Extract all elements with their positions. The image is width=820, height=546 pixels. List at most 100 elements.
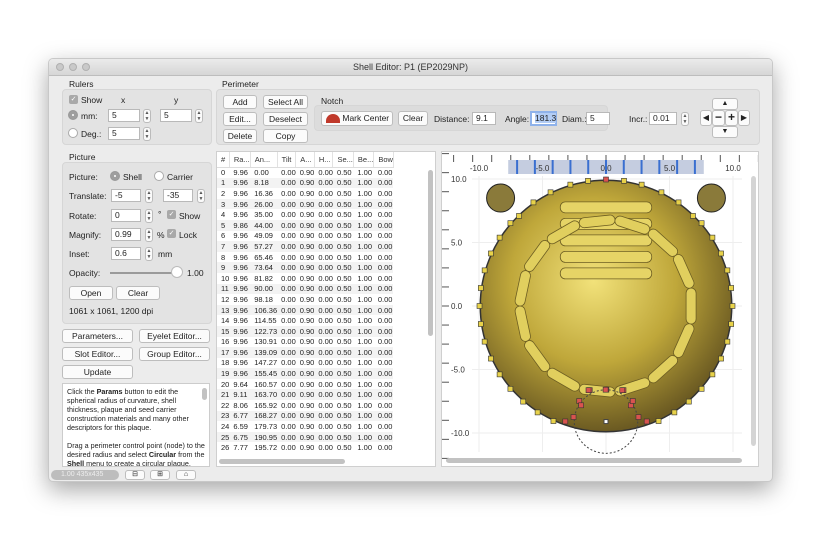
perimeter-node[interactable] — [709, 234, 716, 241]
perimeter-node[interactable] — [567, 181, 574, 188]
incr-stepper[interactable]: ▲ ▼ — [681, 112, 689, 126]
rotate-stepper[interactable]: ▲ ▼ — [145, 209, 153, 223]
table-row[interactable]: 19 9.96 155.45 0.00 0.90 0.00 0.50 1.00 0.00 — [217, 368, 394, 379]
move-up-button[interactable]: ▲ — [712, 98, 738, 110]
column-header[interactable]: # — [217, 152, 230, 168]
opacity-slider-knob[interactable] — [171, 266, 183, 278]
translate-x-stepper[interactable]: ▲ ▼ — [145, 189, 153, 203]
table-row[interactable]: 8 9.96 65.46 0.00 0.90 0.00 0.50 1.00 0.00 — [217, 252, 393, 263]
show-picture-checkbox[interactable]: ✓ — [167, 210, 176, 219]
move-down-button[interactable]: ▼ — [712, 126, 738, 138]
add-node-button[interactable]: Add — [223, 95, 257, 109]
shell-canvas[interactable]: -10.0 -5.0 0.0 5.0 10.0 10.0 5.0 0.0 -5.0 -10.0 — [441, 151, 759, 467]
table-row[interactable]: 23 6.77 168.27 0.00 0.90 0.00 0.50 1.00 0.00 — [217, 410, 394, 422]
move-right-button[interactable]: ▶ — [738, 110, 750, 126]
perimeter-node[interactable] — [635, 414, 642, 420]
column-header[interactable]: A... — [295, 152, 315, 168]
deg-stepper[interactable]: ▲ ▼ — [143, 127, 151, 141]
perimeter-node[interactable] — [675, 199, 682, 206]
node-table[interactable]: # Ra... An... Tilt A... H... Se... Be... Bow 0 9.9… — [216, 151, 436, 467]
perimeter-node[interactable] — [570, 414, 577, 420]
column-header[interactable]: Se... — [332, 152, 354, 168]
table-vertical-scrollbar[interactable] — [428, 170, 433, 336]
perimeter-node[interactable] — [709, 371, 716, 378]
table-row[interactable]: 11 9.96 90.00 0.00 0.90 0.00 0.50 1.00 0.00 — [217, 283, 394, 295]
table-row[interactable]: 13 9.96 106.36 0.00 0.90 0.00 0.50 1.00 0.00 — [217, 304, 394, 316]
perimeter-node[interactable] — [562, 418, 569, 425]
table-row[interactable]: 1 9.96 8.18 0.00 0.90 0.00 0.50 1.00 0.00 — [217, 177, 394, 189]
angle-field[interactable]: 181.3 — [535, 113, 557, 123]
table-horizontal-scrollbar[interactable] — [219, 459, 345, 464]
column-header[interactable]: Be... — [353, 152, 375, 168]
perimeter-node[interactable] — [585, 177, 591, 184]
magnify-field[interactable]: 0.99 — [111, 228, 141, 241]
copy-button[interactable]: Copy — [263, 129, 308, 143]
table-row[interactable]: 17 9.96 139.09 0.00 0.90 0.00 0.50 1.00 0.00 — [217, 347, 394, 358]
table-row[interactable]: 9 9.96 73.64 0.00 0.90 0.00 0.50 1.00 0.00 — [217, 262, 394, 273]
mm-y-stepper[interactable]: ▲ ▼ — [195, 109, 203, 123]
table-row[interactable]: 22 8.06 165.92 0.00 0.90 0.00 0.50 1.00 0.00 — [217, 400, 393, 411]
perimeter-node[interactable] — [638, 181, 645, 188]
perimeter-node[interactable] — [728, 285, 735, 291]
column-header[interactable]: Bow — [373, 152, 394, 168]
mm-x-stepper[interactable]: ▲ ▼ — [143, 109, 151, 123]
perimeter-node[interactable] — [481, 338, 488, 345]
perimeter-node[interactable] — [698, 220, 705, 226]
translate-y-stepper[interactable]: ▲ ▼ — [197, 189, 205, 203]
lock-checkbox[interactable]: ✓ — [167, 229, 176, 238]
perimeter-node[interactable] — [477, 321, 484, 327]
perimeter-node[interactable] — [690, 213, 696, 219]
table-row[interactable]: 10 9.96 81.82 0.00 0.90 0.00 0.50 1.00 0.00 — [217, 273, 393, 284]
column-header[interactable]: An... — [250, 152, 278, 168]
perimeter-node[interactable] — [718, 355, 724, 362]
zoom-button[interactable] — [82, 63, 90, 71]
table-row[interactable]: 16 9.96 130.91 0.00 0.90 0.00 0.50 1.00 0.00 — [217, 337, 393, 348]
perimeter-node[interactable] — [496, 371, 503, 378]
parameters-button[interactable]: Parameters... — [62, 329, 133, 343]
move-left-button[interactable]: ◀ — [700, 110, 712, 126]
shell-plot[interactable]: -10.0 -5.0 0.0 5.0 10.0 10.0 5.0 0.0 -5.0 -10.0 — [442, 152, 759, 467]
perimeter-node[interactable] — [658, 189, 665, 196]
incr-field[interactable]: 0.01 — [649, 112, 677, 125]
mm-x-field[interactable]: 5 — [108, 109, 140, 122]
table-row[interactable]: 15 9.96 122.73 0.00 0.90 0.00 0.50 1.00 0.00 — [217, 325, 394, 337]
table-row[interactable]: 26 7.77 195.72 0.00 0.90 0.00 0.50 1.00 0.00 — [217, 442, 393, 453]
perimeter-node[interactable] — [602, 386, 609, 393]
perimeter-node[interactable] — [534, 409, 541, 416]
table-row[interactable]: 24 6.59 179.73 0.00 0.90 0.00 0.50 1.00 0.00 — [217, 421, 393, 432]
table-row[interactable]: 12 9.96 98.18 0.00 0.90 0.00 0.50 1.00 0.00 — [217, 294, 393, 305]
perimeter-node[interactable] — [671, 409, 678, 416]
table-row[interactable]: 2 9.96 16.36 0.00 0.90 0.00 0.50 1.00 0.00 — [217, 188, 393, 199]
perimeter-node[interactable] — [728, 321, 735, 327]
deg-radio[interactable] — [68, 128, 78, 138]
perimeter-node[interactable] — [520, 398, 526, 405]
column-header[interactable]: H... — [314, 152, 334, 168]
deselect-button[interactable]: Deselect — [263, 112, 308, 126]
perimeter-node[interactable] — [629, 398, 636, 404]
table-row[interactable]: 4 9.96 35.00 0.00 0.90 0.00 0.50 1.00 0.00 — [217, 209, 393, 220]
table-row[interactable]: 5 9.86 44.00 0.00 0.90 0.00 0.50 1.00 0.00 — [217, 219, 394, 231]
perimeter-node[interactable] — [507, 220, 514, 226]
mm-radio[interactable] — [68, 110, 78, 120]
close-button[interactable] — [56, 63, 64, 71]
mark-center-button[interactable]: Mark Center — [321, 111, 393, 126]
table-row[interactable]: 25 6.75 190.95 0.00 0.90 0.00 0.50 1.00 0.00 — [217, 431, 394, 443]
minimize-button[interactable] — [69, 63, 77, 71]
translate-x-field[interactable]: -5 — [111, 189, 141, 202]
perimeter-node[interactable] — [686, 398, 692, 405]
perimeter-node[interactable] — [585, 387, 592, 393]
slot-editor-button[interactable]: Slot Editor... — [62, 347, 133, 361]
mm-y-field[interactable]: 5 — [160, 109, 192, 122]
distance-field[interactable]: 9.1 — [472, 112, 496, 125]
table-row[interactable]: 21 9.11 163.70 0.00 0.90 0.00 0.50 1.00 0.00 — [217, 389, 394, 401]
inset-stepper[interactable]: ▲ ▼ — [145, 247, 153, 261]
canvas-vertical-scrollbar[interactable] — [751, 176, 756, 446]
select-all-button[interactable]: Select All — [263, 95, 308, 109]
perimeter-node[interactable] — [603, 176, 609, 183]
update-button[interactable]: Update — [62, 365, 133, 379]
zoom-in-button[interactable]: ⊞ — [150, 470, 170, 480]
magnify-stepper[interactable]: ▲ ▼ — [145, 228, 153, 242]
deg-field[interactable]: 5 — [108, 127, 140, 140]
perimeter-node[interactable] — [530, 199, 537, 206]
delete-node-button[interactable]: Delete — [223, 129, 257, 143]
